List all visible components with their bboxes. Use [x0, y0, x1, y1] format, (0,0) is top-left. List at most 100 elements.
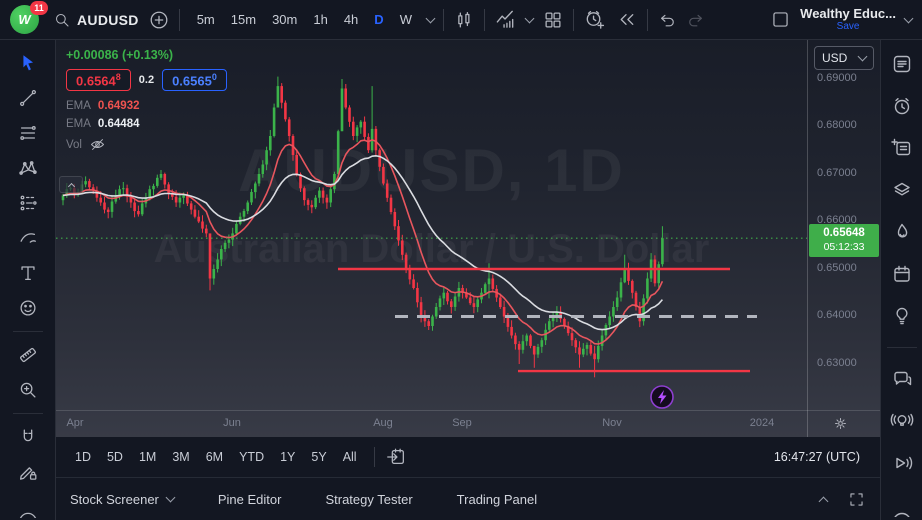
hidden-button-partial[interactable]	[887, 491, 917, 519]
layout-chevron-icon[interactable]	[903, 13, 914, 23]
timeframe-W[interactable]: W	[394, 9, 418, 30]
bar-replay-button[interactable]	[615, 8, 638, 31]
chart-type-button[interactable]	[453, 9, 475, 31]
trend-line-tool[interactable]	[11, 83, 45, 113]
zoom-in-tool[interactable]	[11, 375, 45, 405]
panel-label: Trading Panel	[456, 491, 538, 507]
panel-trading-panel[interactable]: Trading Panel	[457, 492, 537, 507]
range-3m[interactable]: 3M	[165, 446, 196, 468]
chart-pane[interactable]: AUDUSD, 1D Australian Dollar / U.S. Doll…	[56, 40, 807, 410]
ideas-button[interactable]	[887, 302, 917, 330]
watchlist-button[interactable]	[887, 50, 917, 78]
ema-row-2[interactable]: EMA 0.64484	[66, 118, 227, 130]
range-row: 16:47:27 (UTC) 1D 5D 1M 3M 6M YTD 1Y 5Y All	[56, 437, 880, 478]
price-tick-0.65000: 0.65000	[817, 261, 857, 274]
timeframe-15m[interactable]: 15m	[225, 9, 262, 30]
panel-expand-button[interactable]	[818, 494, 829, 506]
fullscreen-button[interactable]	[847, 490, 866, 509]
sell-price: 0.6564	[76, 73, 116, 89]
save-link[interactable]: Save	[837, 21, 860, 32]
right-sidebar	[880, 40, 922, 520]
timeframe-30m[interactable]: 30m	[266, 9, 303, 30]
ema-row-1[interactable]: EMA 0.64932	[66, 100, 227, 112]
calendar-icon	[893, 265, 910, 282]
range-1d[interactable]: 1D	[68, 446, 98, 468]
chat-bubbles-icon	[893, 371, 911, 386]
chat-button[interactable]	[887, 365, 917, 393]
range-1y[interactable]: 1Y	[273, 446, 302, 468]
time-label-Apr: Apr	[66, 417, 84, 429]
pattern-tool[interactable]	[11, 153, 45, 183]
fullscreen-icon	[850, 492, 863, 506]
emoji-smiley-icon	[19, 300, 36, 316]
text-tool[interactable]	[11, 258, 45, 288]
time-axis[interactable]: Apr Jun Aug Sep Nov 2024	[56, 410, 880, 437]
timeframe-row: 5m 15m 30m 1h 4h D W	[191, 9, 418, 30]
volume-row[interactable]: Vol	[66, 136, 227, 153]
fib-retracement-tool[interactable]	[11, 118, 45, 148]
calendar-button[interactable]	[887, 260, 917, 288]
layout-grid-button[interactable]	[542, 9, 564, 31]
cursor-icon	[22, 55, 33, 71]
account-menu[interactable]: W 11	[10, 0, 48, 35]
measure-tool[interactable]	[11, 340, 45, 370]
indicators-chevron-icon[interactable]	[524, 13, 535, 23]
timeframe-chevron-icon[interactable]	[425, 13, 436, 23]
timeframe-4h[interactable]: 4h	[338, 9, 364, 30]
toolbar-divider	[12, 413, 43, 414]
cursor-tool[interactable]	[11, 48, 45, 78]
magnet-mode[interactable]	[11, 422, 45, 452]
object-tree-button[interactable]	[887, 176, 917, 204]
price-scale[interactable]: USD 0.65648 05:12:33 0.69000 0.68000 0.670…	[807, 40, 880, 437]
undo-arrow-icon	[660, 14, 674, 26]
compare-add-button[interactable]	[148, 9, 170, 31]
brush-tool[interactable]	[11, 223, 45, 253]
broadcast-ideas-button[interactable]	[887, 407, 917, 435]
timeframe-1h[interactable]: 1h	[307, 9, 333, 30]
clock-display[interactable]: 16:47:27 (UTC)	[774, 450, 868, 464]
timeframe-D[interactable]: D	[368, 9, 389, 30]
range-5y[interactable]: 5Y	[304, 446, 333, 468]
emoji-tool[interactable]	[11, 293, 45, 323]
undo-button[interactable]	[657, 10, 677, 30]
range-5d[interactable]: 5D	[100, 446, 130, 468]
symbol-search[interactable]: AUDUSD	[53, 11, 139, 29]
go-to-date-button[interactable]	[385, 446, 407, 468]
panel-stock-screener[interactable]: Stock Screener	[70, 492, 176, 507]
buy-price-fraction: 0	[211, 72, 217, 82]
sell-button[interactable]: 0.65648	[66, 69, 131, 92]
drawing-lock[interactable]	[11, 457, 45, 487]
hidden-tool-partial[interactable]	[11, 492, 45, 520]
streams-button[interactable]	[887, 449, 917, 477]
toolbar-divider	[12, 331, 43, 332]
hotlists-button[interactable]	[887, 218, 917, 246]
alert-button[interactable]	[583, 8, 606, 31]
panel-strategy-tester[interactable]: Strategy Tester	[325, 492, 412, 507]
candlestick-icon	[458, 11, 470, 28]
separator	[442, 8, 444, 31]
layout-title-menu[interactable]: Wealthy Educ... Save	[800, 5, 896, 32]
alerts-button[interactable]	[887, 92, 917, 120]
eye-off-icon[interactable]	[89, 136, 106, 153]
panel-pine-editor[interactable]: Pine Editor	[218, 492, 282, 507]
forecast-tool[interactable]	[11, 188, 45, 218]
layout-title: Wealthy Educ...	[800, 5, 896, 21]
legend-collapse-button[interactable]	[59, 176, 83, 193]
layout-square-icon	[773, 12, 788, 27]
range-1m[interactable]: 1M	[132, 446, 163, 468]
buy-button[interactable]: 0.65650	[162, 69, 227, 92]
indicators-button[interactable]	[494, 8, 517, 31]
trend-line-icon	[19, 90, 36, 106]
range-ytd[interactable]: YTD	[232, 446, 271, 468]
currency-button[interactable]: USD	[814, 46, 874, 70]
redo-button[interactable]	[686, 10, 706, 30]
range-all[interactable]: All	[336, 446, 364, 468]
partial-circle-icon	[19, 512, 36, 518]
last-price-value: 0.65648	[823, 227, 865, 240]
search-icon	[55, 13, 69, 27]
notes-button[interactable]	[887, 134, 917, 162]
timeframe-5m[interactable]: 5m	[191, 9, 221, 30]
range-6m[interactable]: 6M	[199, 446, 230, 468]
separator	[178, 8, 180, 31]
save-layout-button[interactable]	[770, 9, 791, 30]
